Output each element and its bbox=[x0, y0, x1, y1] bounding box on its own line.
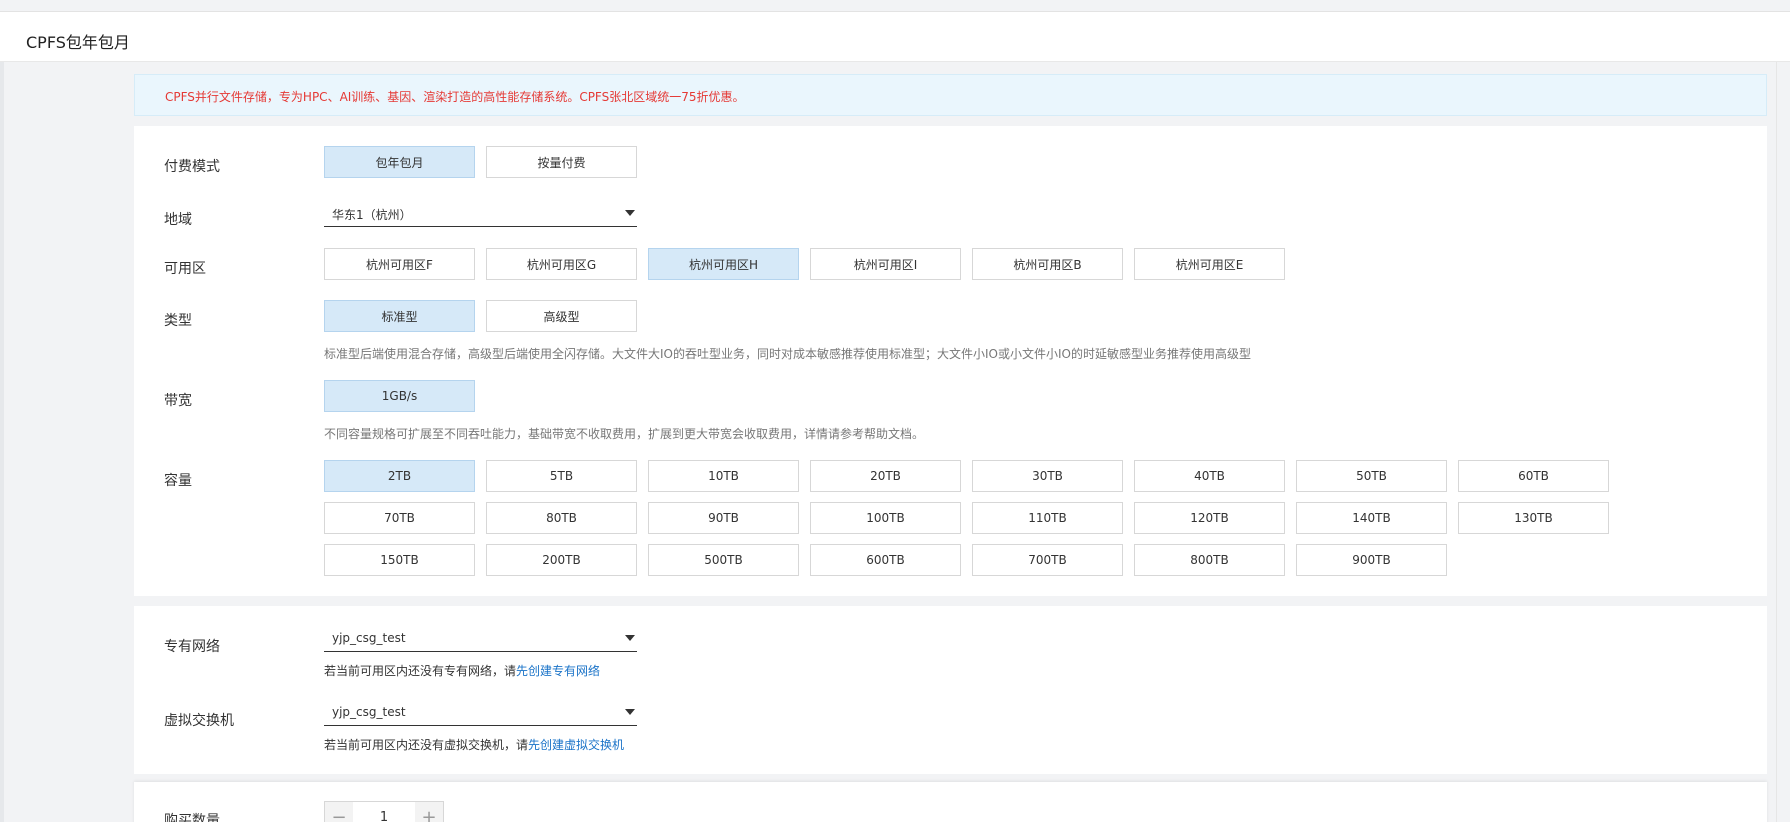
type-label: 类型 bbox=[164, 313, 192, 329]
zone-option-h[interactable]: 杭州可用区H bbox=[648, 248, 799, 280]
vswitch-value: yjp_csg_test bbox=[332, 705, 406, 719]
vpc-hint-text: 若当前可用区内还没有专有网络，请 bbox=[324, 664, 517, 678]
zone-label: 可用区 bbox=[164, 261, 206, 277]
capacity-option[interactable]: 200TB bbox=[486, 544, 637, 576]
billing-option-payg[interactable]: 按量付费 bbox=[486, 146, 637, 178]
region-select[interactable]: 华东1（杭州） bbox=[324, 199, 637, 227]
plus-button[interactable]: + bbox=[415, 802, 443, 822]
header-bar: CPFS包年包月 bbox=[0, 12, 1790, 62]
capacity-option[interactable]: 10TB bbox=[648, 460, 799, 492]
capacity-option[interactable]: 90TB bbox=[648, 502, 799, 534]
vpc-hint: 若当前可用区内还没有专有网络，请先创建专有网络 bbox=[324, 662, 600, 679]
create-vpc-link[interactable]: 先创建专有网络 bbox=[516, 664, 600, 678]
capacity-option[interactable]: 130TB bbox=[1458, 502, 1609, 534]
config-panel: 付费模式 包年包月 按量付费 地域 华东1（杭州） 可用区 杭州可用区F 杭州可… bbox=[134, 126, 1767, 596]
quantity-panel: 购买数量 − 1 + bbox=[134, 782, 1767, 822]
vswitch-label: 虚拟交换机 bbox=[164, 713, 234, 729]
capacity-option[interactable]: 60TB bbox=[1458, 460, 1609, 492]
capacity-option[interactable]: 50TB bbox=[1296, 460, 1447, 492]
type-hint: 标准型后端使用混合存储，高级型后端使用全闪存储。大文件大IO的吞吐型业务，同时对… bbox=[324, 347, 1251, 361]
capacity-option[interactable]: 20TB bbox=[810, 460, 961, 492]
capacity-option[interactable]: 150TB bbox=[324, 544, 475, 576]
capacity-option[interactable]: 80TB bbox=[486, 502, 637, 534]
zone-option-i[interactable]: 杭州可用区I bbox=[810, 248, 961, 280]
zone-option-e[interactable]: 杭州可用区E bbox=[1134, 248, 1285, 280]
zone-option-f[interactable]: 杭州可用区F bbox=[324, 248, 475, 280]
vpc-value: yjp_csg_test bbox=[332, 631, 406, 645]
capacity-option[interactable]: 30TB bbox=[972, 460, 1123, 492]
quantity-label: 购买数量 bbox=[164, 813, 220, 822]
capacity-option[interactable]: 700TB bbox=[972, 544, 1123, 576]
capacity-option[interactable]: 800TB bbox=[1134, 544, 1285, 576]
chevron-down-icon bbox=[625, 709, 635, 715]
vpc-label: 专有网络 bbox=[164, 639, 220, 655]
bandwidth-hint: 不同容量规格可扩展至不同吞吐能力，基础带宽不收取费用，扩展到更大带宽会收取费用，… bbox=[324, 427, 925, 441]
billing-label: 付费模式 bbox=[164, 159, 220, 175]
scrollbar[interactable] bbox=[1776, 62, 1790, 822]
billing-option-subscription[interactable]: 包年包月 bbox=[324, 146, 475, 178]
capacity-option[interactable]: 500TB bbox=[648, 544, 799, 576]
vpc-select[interactable]: yjp_csg_test bbox=[324, 624, 637, 652]
zone-option-b[interactable]: 杭州可用区B bbox=[972, 248, 1123, 280]
promo-notice: CPFS并行文件存储，专为HPC、AI训练、基因、渲染打造的高性能存储系统。CP… bbox=[134, 74, 1767, 116]
capacity-option[interactable]: 600TB bbox=[810, 544, 961, 576]
type-option-advanced[interactable]: 高级型 bbox=[486, 300, 637, 332]
capacity-option[interactable]: 110TB bbox=[972, 502, 1123, 534]
left-edge bbox=[0, 62, 4, 822]
capacity-option[interactable]: 70TB bbox=[324, 502, 475, 534]
capacity-option[interactable]: 120TB bbox=[1134, 502, 1285, 534]
network-panel: 专有网络 yjp_csg_test 若当前可用区内还没有专有网络，请先创建专有网… bbox=[134, 606, 1767, 774]
capacity-option[interactable]: 900TB bbox=[1296, 544, 1447, 576]
region-value: 华东1（杭州） bbox=[332, 208, 412, 222]
quantity-stepper[interactable]: − 1 + bbox=[324, 801, 444, 822]
create-vswitch-link[interactable]: 先创建虚拟交换机 bbox=[528, 738, 624, 752]
capacity-option[interactable]: 100TB bbox=[810, 502, 961, 534]
promo-notice-text: CPFS并行文件存储，专为HPC、AI训练、基因、渲染打造的高性能存储系统。CP… bbox=[165, 90, 745, 104]
zone-option-g[interactable]: 杭州可用区G bbox=[486, 248, 637, 280]
capacity-option[interactable]: 2TB bbox=[324, 460, 475, 492]
chevron-down-icon bbox=[625, 210, 635, 216]
top-strip bbox=[0, 0, 1790, 12]
capacity-option[interactable]: 5TB bbox=[486, 460, 637, 492]
quantity-value[interactable]: 1 bbox=[353, 802, 415, 822]
capacity-option[interactable]: 140TB bbox=[1296, 502, 1447, 534]
capacity-option[interactable]: 40TB bbox=[1134, 460, 1285, 492]
bandwidth-option-1gbs[interactable]: 1GB/s bbox=[324, 380, 475, 412]
region-label: 地域 bbox=[164, 212, 192, 228]
page-title: CPFS包年包月 bbox=[26, 33, 130, 52]
bandwidth-label: 带宽 bbox=[164, 393, 192, 409]
minus-button[interactable]: − bbox=[325, 802, 353, 822]
type-option-standard[interactable]: 标准型 bbox=[324, 300, 475, 332]
vswitch-hint-text: 若当前可用区内还没有虚拟交换机，请 bbox=[324, 738, 529, 752]
capacity-label: 容量 bbox=[164, 473, 192, 489]
chevron-down-icon bbox=[625, 635, 635, 641]
vswitch-hint: 若当前可用区内还没有虚拟交换机，请先创建虚拟交换机 bbox=[324, 736, 624, 753]
vswitch-select[interactable]: yjp_csg_test bbox=[324, 698, 637, 726]
